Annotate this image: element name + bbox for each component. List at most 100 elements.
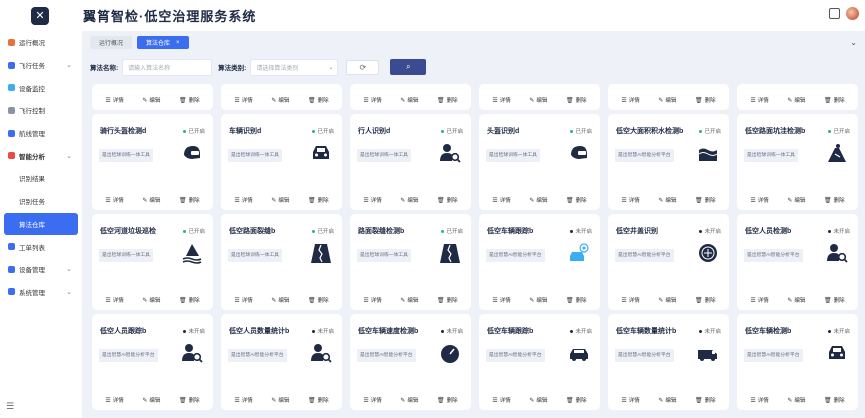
edit-button[interactable]: ✎ 编辑 bbox=[658, 396, 676, 405]
delete-button[interactable]: 🗑 删除 bbox=[695, 196, 716, 205]
detail-button[interactable]: ☰ 详情 bbox=[621, 296, 639, 305]
delete-button[interactable]: 🗑 删除 bbox=[824, 296, 845, 305]
algorithm-card[interactable]: 头盔识别d 已开启 是出检球训练一体工具 ☰ 详情 ✎ 编辑 🗑 删除 bbox=[479, 114, 600, 210]
edit-button[interactable]: ✎ 编辑 bbox=[658, 296, 676, 305]
detail-button[interactable]: ☰ 详情 bbox=[363, 96, 381, 105]
detail-button[interactable]: ☰ 详情 bbox=[492, 96, 510, 105]
edit-button[interactable]: ✎ 编辑 bbox=[400, 396, 418, 405]
sidebar-item[interactable]: 算法仓库 bbox=[4, 212, 78, 236]
delete-button[interactable]: 🗑 删除 bbox=[437, 96, 458, 105]
detail-button[interactable]: ☰ 详情 bbox=[105, 296, 123, 305]
edit-button[interactable]: ✎ 编辑 bbox=[142, 196, 160, 205]
delete-button[interactable]: 🗑 删除 bbox=[566, 196, 587, 205]
detail-button[interactable]: ☰ 详情 bbox=[234, 296, 252, 305]
sidebar-item[interactable]: 识别结果 bbox=[0, 167, 82, 190]
detail-button[interactable]: ☰ 详情 bbox=[363, 196, 381, 205]
edit-button[interactable]: ✎ 编辑 bbox=[787, 296, 805, 305]
delete-button[interactable]: 🗑 删除 bbox=[179, 296, 200, 305]
delete-button[interactable]: 🗑 删除 bbox=[566, 296, 587, 305]
detail-button[interactable]: ☰ 详情 bbox=[750, 396, 768, 405]
algorithm-card[interactable]: 低空车辆速度检测b 未开启 是出智慧AI智能分析平台 ☰ 详情 ✎ 编辑 🗑 删除 bbox=[350, 314, 471, 410]
detail-button[interactable]: ☰ 详情 bbox=[234, 96, 252, 105]
edit-button[interactable]: ✎ 编辑 bbox=[142, 96, 160, 105]
screen-icon[interactable] bbox=[829, 8, 840, 19]
sidebar-item[interactable]: 飞行控制 bbox=[0, 99, 82, 122]
algorithm-card[interactable]: 低空车辆跟踪b 未开启 是出智慧AI智能分析平台 ☰ 详情 ✎ 编辑 🗑 删除 bbox=[479, 214, 600, 310]
delete-button[interactable]: 🗑 删除 bbox=[695, 96, 716, 105]
edit-button[interactable]: ✎ 编辑 bbox=[271, 196, 289, 205]
algorithm-card[interactable]: 骑行头盔检测d 已开启 是出检球训练一体工具 ☰ 详情 ✎ 编辑 🗑 删除 bbox=[92, 114, 213, 210]
edit-button[interactable]: ✎ 编辑 bbox=[142, 296, 160, 305]
algorithm-card[interactable]: ☰ 详情 ✎ 编辑 🗑 删除 bbox=[221, 84, 342, 110]
delete-button[interactable]: 🗑 删除 bbox=[437, 296, 458, 305]
delete-button[interactable]: 🗑 删除 bbox=[179, 96, 200, 105]
algorithm-card[interactable]: 低空人员检测b 未开启 是出智慧AI智能分析平台 ☰ 详情 ✎ 编辑 🗑 删除 bbox=[737, 214, 858, 310]
edit-button[interactable]: ✎ 编辑 bbox=[529, 96, 547, 105]
reset-button[interactable]: ⟳ bbox=[346, 59, 380, 75]
detail-button[interactable]: ☰ 详情 bbox=[363, 396, 381, 405]
edit-button[interactable]: ✎ 编辑 bbox=[271, 96, 289, 105]
delete-button[interactable]: 🗑 删除 bbox=[824, 196, 845, 205]
delete-button[interactable]: 🗑 删除 bbox=[695, 396, 716, 405]
algorithm-card[interactable]: 低空人员跟踪b 未开启 是出智慧AI智能分析平台 ☰ 详情 ✎ 编辑 🗑 删除 bbox=[92, 314, 213, 410]
edit-button[interactable]: ✎ 编辑 bbox=[658, 96, 676, 105]
algorithm-card[interactable]: ☰ 详情 ✎ 编辑 🗑 删除 bbox=[479, 84, 600, 110]
delete-button[interactable]: 🗑 删除 bbox=[308, 296, 329, 305]
sidebar-item[interactable]: 工单列表 bbox=[0, 235, 82, 258]
detail-button[interactable]: ☰ 详情 bbox=[750, 296, 768, 305]
detail-button[interactable]: ☰ 详情 bbox=[750, 96, 768, 105]
search-button[interactable]: ⌕ bbox=[390, 59, 427, 75]
edit-button[interactable]: ✎ 编辑 bbox=[400, 96, 418, 105]
algorithm-card[interactable]: ☰ 详情 ✎ 编辑 🗑 删除 bbox=[737, 84, 858, 110]
detail-button[interactable]: ☰ 详情 bbox=[492, 296, 510, 305]
sidebar-item[interactable]: 航线管理 bbox=[0, 122, 82, 145]
edit-button[interactable]: ✎ 编辑 bbox=[529, 396, 547, 405]
delete-button[interactable]: 🗑 删除 bbox=[566, 396, 587, 405]
algorithm-card[interactable]: 行人识别d 已开启 是出检球训练一体工具 ☰ 详情 ✎ 编辑 🗑 删除 bbox=[350, 114, 471, 210]
algorithm-card[interactable]: 低空路面裂缝b 已开启 是出检球训练一体工具 ☰ 详情 ✎ 编辑 🗑 删除 bbox=[221, 214, 342, 310]
sidebar-item[interactable]: 设备管理 ⌄ bbox=[0, 258, 82, 281]
algorithm-card[interactable]: ☰ 详情 ✎ 编辑 🗑 删除 bbox=[92, 84, 213, 110]
delete-button[interactable]: 🗑 删除 bbox=[566, 96, 587, 105]
edit-button[interactable]: ✎ 编辑 bbox=[787, 196, 805, 205]
detail-button[interactable]: ☰ 详情 bbox=[234, 396, 252, 405]
sidebar-item[interactable]: 飞行任务 ⌄ bbox=[0, 54, 82, 77]
delete-button[interactable]: 🗑 删除 bbox=[308, 96, 329, 105]
algorithm-name-input[interactable]: 请输入算法名称 bbox=[122, 58, 213, 76]
algorithm-card[interactable]: 车辆识别d 已开启 是出检球训练一体工具 ☰ 详情 ✎ 编辑 🗑 删除 bbox=[221, 114, 342, 210]
detail-button[interactable]: ☰ 详情 bbox=[105, 396, 123, 405]
detail-button[interactable]: ☰ 详情 bbox=[492, 396, 510, 405]
algorithm-card[interactable]: ☰ 详情 ✎ 编辑 🗑 删除 bbox=[608, 84, 729, 110]
sidebar-item[interactable]: 系统管理 ⌄ bbox=[0, 281, 82, 304]
delete-button[interactable]: 🗑 删除 bbox=[437, 396, 458, 405]
detail-button[interactable]: ☰ 详情 bbox=[105, 96, 123, 105]
delete-button[interactable]: 🗑 删除 bbox=[824, 396, 845, 405]
detail-button[interactable]: ☰ 详情 bbox=[234, 196, 252, 205]
tab-overview[interactable]: 运行概况 bbox=[90, 36, 133, 49]
delete-button[interactable]: 🗑 删除 bbox=[308, 196, 329, 205]
edit-button[interactable]: ✎ 编辑 bbox=[271, 296, 289, 305]
delete-button[interactable]: 🗑 删除 bbox=[308, 396, 329, 405]
edit-button[interactable]: ✎ 编辑 bbox=[787, 396, 805, 405]
chevron-down-icon[interactable]: ⌄ bbox=[850, 38, 857, 47]
detail-button[interactable]: ☰ 详情 bbox=[750, 196, 768, 205]
detail-button[interactable]: ☰ 详情 bbox=[621, 96, 639, 105]
algorithm-card[interactable]: 低空河道垃圾巡检 已开启 是出检球训练一体工具 ☰ 详情 ✎ 编辑 🗑 删除 bbox=[92, 214, 213, 310]
menu-icon[interactable]: ☰ bbox=[6, 401, 14, 412]
tab-algorithm-store[interactable]: 算法仓库 × bbox=[137, 36, 189, 49]
algorithm-card[interactable]: 低空路面坑洼检测b 已开启 是出检球训练一体工具 ☰ 详情 ✎ 编辑 🗑 删除 bbox=[737, 114, 858, 210]
edit-button[interactable]: ✎ 编辑 bbox=[658, 196, 676, 205]
sidebar-item[interactable]: 运行概况 bbox=[0, 31, 82, 54]
delete-button[interactable]: 🗑 删除 bbox=[695, 296, 716, 305]
edit-button[interactable]: ✎ 编辑 bbox=[400, 196, 418, 205]
algorithm-card[interactable]: 低空大面积积水检测b 已开启 是出智慧AI智能分析平台 ☰ 详情 ✎ 编辑 🗑 删除 bbox=[608, 114, 729, 210]
algorithm-card[interactable]: 低空车辆数量统计b 未开启 是出智慧AI智能分析平台 ☰ 详情 ✎ 编辑 🗑 删除 bbox=[608, 314, 729, 410]
close-icon[interactable]: × bbox=[176, 40, 180, 46]
delete-button[interactable]: 🗑 删除 bbox=[179, 196, 200, 205]
detail-button[interactable]: ☰ 详情 bbox=[492, 196, 510, 205]
algorithm-card[interactable]: 低空人员数量统计b 未开启 是出智慧AI智能分析平台 ☰ 详情 ✎ 编辑 🗑 删除 bbox=[221, 314, 342, 410]
detail-button[interactable]: ☰ 详情 bbox=[621, 196, 639, 205]
edit-button[interactable]: ✎ 编辑 bbox=[529, 196, 547, 205]
detail-button[interactable]: ☰ 详情 bbox=[621, 396, 639, 405]
sidebar-item[interactable]: 智能分析 ⌄ bbox=[0, 144, 82, 167]
